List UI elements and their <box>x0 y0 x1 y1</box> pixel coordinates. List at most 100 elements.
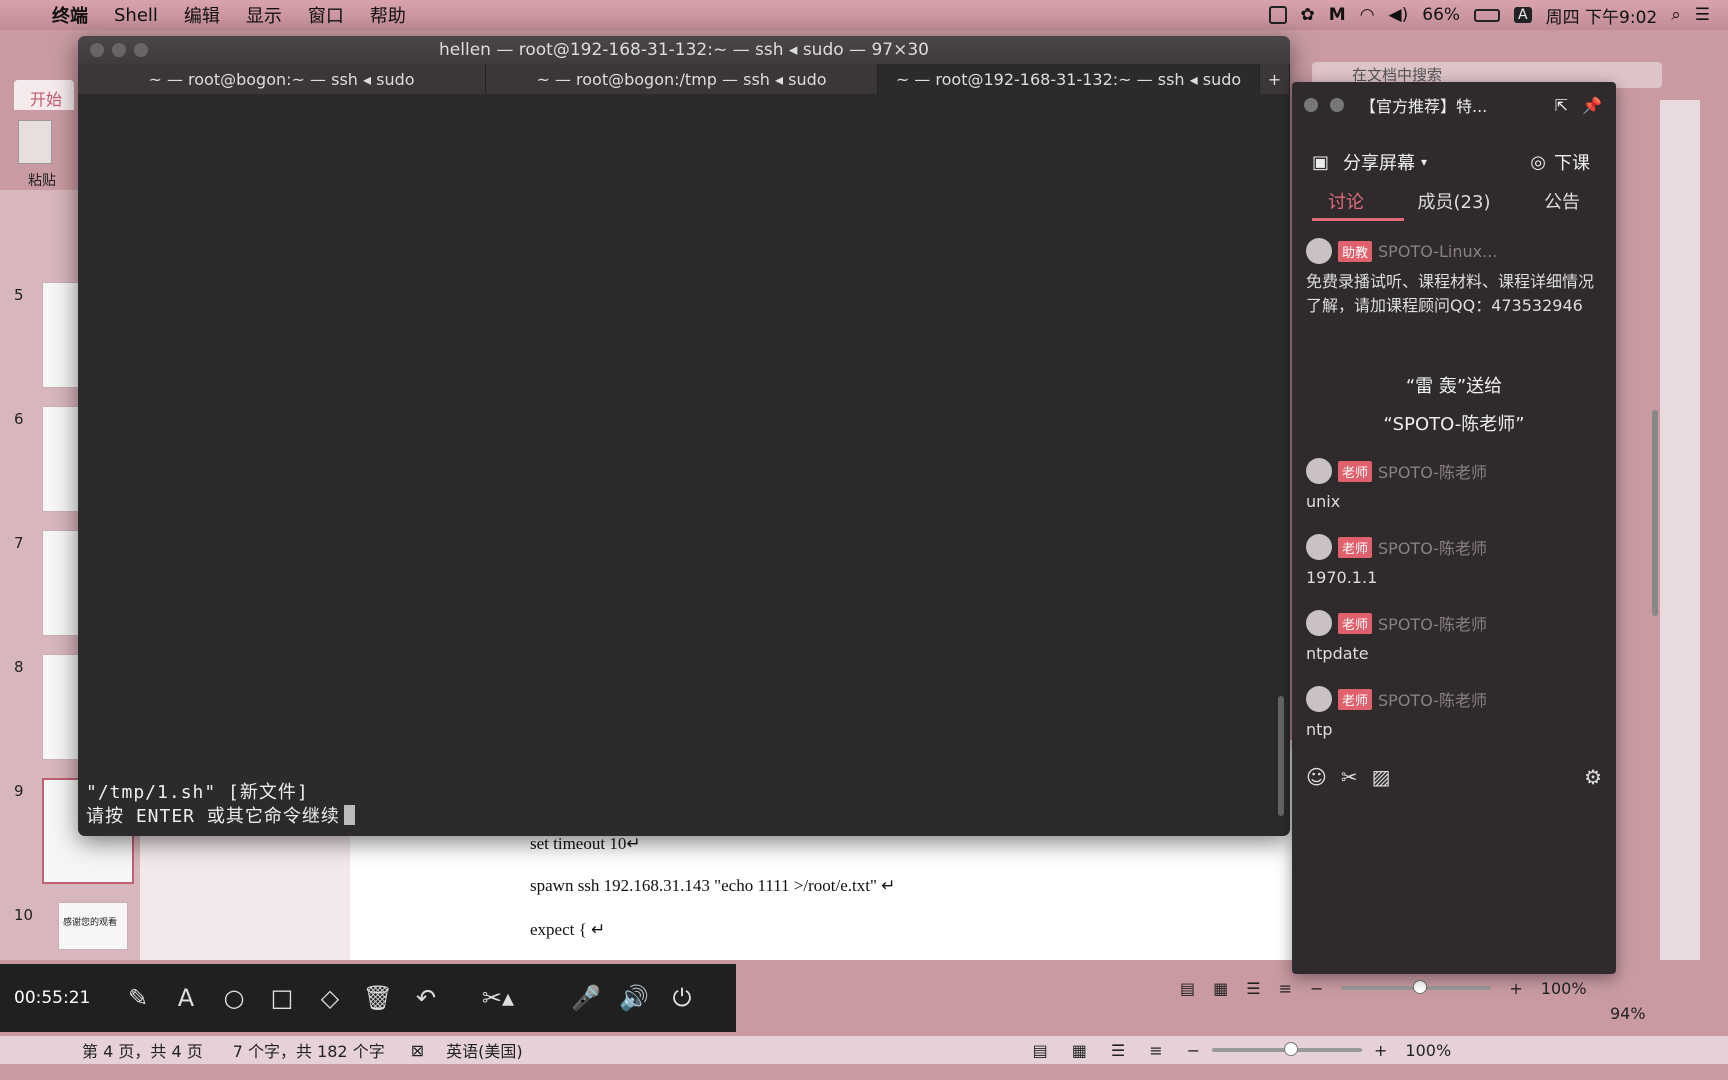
share-screen-button[interactable]: 分享屏幕 <box>1343 149 1415 175</box>
tab-discussion[interactable]: 讨论 <box>1292 188 1400 222</box>
sender-name[interactable]: SPOTO-陈老师 <box>1378 687 1487 711</box>
menu-view[interactable]: 显示 <box>246 2 282 28</box>
clock[interactable]: 周四 下午9:02 <box>1546 3 1658 28</box>
tab-home-label: 开始 <box>30 90 63 109</box>
print-layout-icon[interactable]: ▤ <box>1033 1041 1048 1060</box>
wifi-icon[interactable]: ◠ <box>1360 5 1375 25</box>
tab-notice[interactable]: 公告 <box>1508 188 1616 222</box>
menu-shell[interactable]: Shell <box>114 5 158 26</box>
paste-icon[interactable] <box>18 120 52 164</box>
draft-icon[interactable]: ≡ <box>1149 1041 1162 1060</box>
recording-time: 00:55:21 <box>14 988 91 1008</box>
menu-edit[interactable]: 编辑 <box>184 2 220 28</box>
slide-number: 7 <box>14 534 24 552</box>
menu-help[interactable]: 帮助 <box>370 2 406 28</box>
speaker-icon[interactable]: 🔊 <box>610 984 658 1012</box>
chat-scrollbar[interactable] <box>1652 410 1658 616</box>
page-count[interactable]: 第 4 页，共 4 页 <box>82 1038 203 1062</box>
avatar <box>1306 238 1332 264</box>
emoji-icon[interactable]: ☺ <box>1306 765 1327 789</box>
menu-window[interactable]: 窗口 <box>308 2 344 28</box>
end-class-button[interactable]: 下课 <box>1554 149 1590 175</box>
word-count[interactable]: 7 个字，共 182 个字 <box>233 1038 385 1062</box>
image-icon[interactable]: ▨ <box>1372 765 1391 789</box>
screen-share-icon[interactable] <box>1268 6 1287 24</box>
avatar <box>1306 610 1332 636</box>
zoom-out-icon[interactable]: − <box>1310 979 1323 998</box>
tab-label: ~ — root@bogon:/tmp — ssh ◂ sudo <box>536 69 827 89</box>
sender-name[interactable]: SPOTO-Linux... <box>1378 242 1497 261</box>
chat-header[interactable]: 【官方推荐】特... ⇱ 📌 <box>1292 82 1616 128</box>
sender-name[interactable]: SPOTO-陈老师 <box>1378 459 1487 483</box>
web-layout-icon[interactable]: ▦ <box>1072 1041 1087 1060</box>
text-icon[interactable]: A <box>162 984 210 1012</box>
close-button[interactable] <box>90 43 104 57</box>
menu-bar: 终端 Shell 编辑 显示 窗口 帮助 ✿ M ◠ ◀) 66% A 周四 下… <box>0 0 1728 30</box>
zoom-out-icon[interactable]: − <box>1187 1041 1200 1060</box>
scissors-icon[interactable]: ✂▴ <box>474 984 522 1012</box>
chat-message: 老师 SPOTO-陈老师 unix <box>1306 458 1606 514</box>
gift-notice: “雷 轰”送给 “SPOTO-陈老师” <box>1292 368 1616 444</box>
zoom-slider[interactable] <box>1212 1042 1363 1056</box>
language[interactable]: 英语(美国) <box>446 1038 523 1062</box>
zoom-level: 100% <box>1540 978 1587 998</box>
chat-toolbar: ☺ ✂ ▨ ⚙ <box>1306 762 1602 792</box>
terminal-title-bar[interactable]: hellen — root@192-168-31-132:~ — ssh ◂ s… <box>78 36 1290 64</box>
pin-icon[interactable]: 📌 <box>1582 96 1602 115</box>
menu-terminal[interactable]: 终端 <box>52 2 88 28</box>
tab-members[interactable]: 成员(23) <box>1400 188 1508 222</box>
chevron-down-icon[interactable]: ▾ <box>1421 155 1427 169</box>
close-dot[interactable] <box>1304 98 1318 112</box>
minimize-button[interactable] <box>112 43 126 57</box>
volume-icon[interactable]: ◀) <box>1389 5 1409 25</box>
m-icon[interactable]: M <box>1329 5 1346 25</box>
brush-icon[interactable]: ✎ <box>114 984 162 1012</box>
sender-name[interactable]: SPOTO-陈老师 <box>1378 611 1487 635</box>
minimize-dot[interactable] <box>1330 98 1344 112</box>
tab-home[interactable]: 开始 <box>14 80 74 110</box>
menu-list-icon[interactable]: ☰ <box>1695 5 1710 25</box>
message-text: ntp <box>1306 720 1333 739</box>
sender-name[interactable]: SPOTO-陈老师 <box>1378 535 1487 559</box>
outline-icon[interactable]: ☰ <box>1111 1041 1125 1060</box>
microphone-icon[interactable]: 🎤 <box>562 984 610 1012</box>
proofing-icon[interactable]: ⊠ <box>411 1041 424 1060</box>
zoom-button[interactable] <box>134 43 148 57</box>
chat-message: 老师 SPOTO-陈老师 ntp <box>1306 686 1606 742</box>
flower-icon[interactable]: ✿ <box>1301 5 1315 25</box>
battery-icon[interactable] <box>1474 8 1501 22</box>
zoom-in-icon[interactable]: + <box>1509 979 1522 998</box>
zoom-slider[interactable] <box>1341 980 1492 994</box>
tab-terminal-2[interactable]: ~ — root@bogon:/tmp — ssh ◂ sudo <box>486 64 878 94</box>
draft-icon[interactable]: ≡ <box>1279 979 1292 998</box>
tab-terminal-1[interactable]: ~ — root@bogon:~ — ssh ◂ sudo <box>78 64 486 94</box>
recording-toolbar: 00:55:21 ✎ A ○ □ ◇ 🗑 ↶ ✂▴ 🎤 🔊 ⏻ <box>0 964 736 1032</box>
terminal-title: hellen — root@192-168-31-132:~ — ssh ◂ s… <box>439 40 929 60</box>
end-class-icon[interactable]: ◎ <box>1530 152 1546 173</box>
zoom-in-icon[interactable]: + <box>1374 1041 1387 1060</box>
power-icon[interactable]: ⏻ <box>658 984 706 1012</box>
screen-icon[interactable]: ▣ <box>1312 152 1329 173</box>
input-method[interactable]: A <box>1514 7 1532 23</box>
rectangle-icon[interactable]: □ <box>258 984 306 1012</box>
terminal-output[interactable] <box>84 96 1274 834</box>
undo-icon[interactable]: ↶ <box>402 984 450 1012</box>
doc-line: set timeout 10↵ <box>530 834 641 853</box>
tab-terminal-3[interactable]: ~ — root@192-168-31-132:~ — ssh ◂ sudo <box>878 64 1260 94</box>
print-layout-icon[interactable]: ▤ <box>1180 979 1195 998</box>
slide-thumb[interactable]: 感谢您的观看 <box>58 902 128 950</box>
terminal-line-1: "/tmp/1.sh" [新文件] <box>86 782 309 803</box>
web-layout-icon[interactable]: ▦ <box>1213 979 1228 998</box>
circle-icon[interactable]: ○ <box>210 984 258 1012</box>
new-tab-button[interactable]: + <box>1260 64 1290 94</box>
chat-tabs: 讨论 成员(23) 公告 <box>1292 188 1616 222</box>
outline-icon[interactable]: ☰ <box>1246 979 1260 998</box>
scissors-icon[interactable]: ✂ <box>1341 765 1358 789</box>
terminal-scrollbar[interactable] <box>1278 696 1284 816</box>
share-out-icon[interactable]: ⇱ <box>1555 96 1568 115</box>
trash-icon[interactable]: 🗑 <box>354 984 402 1012</box>
message-text: 免费录播试听、课程材料、课程详细情况了解，请加课程顾问QQ：473532946 <box>1306 272 1595 315</box>
gear-icon[interactable]: ⚙ <box>1584 765 1602 789</box>
eraser-icon[interactable]: ◇ <box>306 984 354 1012</box>
search-icon[interactable]: ⌕ <box>1671 5 1681 25</box>
